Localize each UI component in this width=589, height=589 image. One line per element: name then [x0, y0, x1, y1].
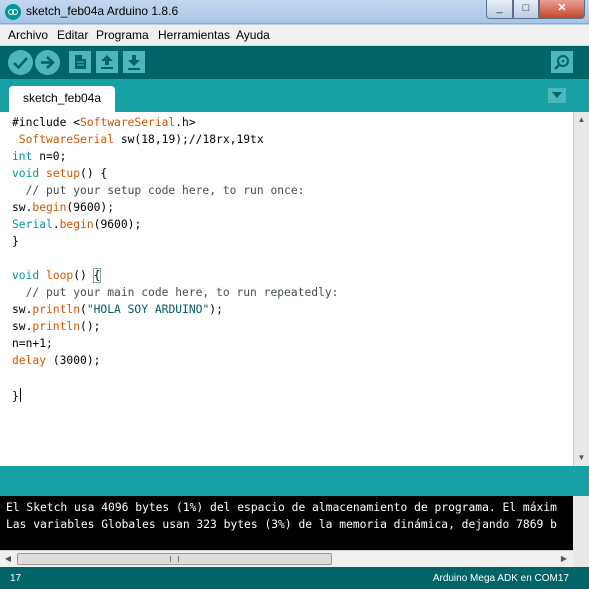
- save-button[interactable]: [123, 51, 145, 73]
- save-icon: [128, 55, 140, 70]
- minimize-button[interactable]: _: [486, 0, 513, 19]
- upload-icon: [41, 56, 55, 69]
- status-bar: [0, 466, 589, 496]
- code-line-14: n=n+1;: [12, 337, 53, 350]
- window-title: sketch_feb04a Arduino 1.8.6: [26, 4, 179, 18]
- console-scrollbar[interactable]: [573, 496, 589, 550]
- line-number: 17: [10, 573, 22, 584]
- code-line-13: sw.println();: [12, 320, 101, 333]
- toolbar: [0, 46, 589, 79]
- code-line-17: }: [12, 388, 21, 403]
- code-line-1: #include <SoftwareSerial.h>: [12, 116, 196, 129]
- tab-sketch[interactable]: sketch_feb04a: [9, 86, 115, 112]
- code-line-2: SoftwareSerial sw(18,19);//18rx,19tx: [12, 133, 264, 146]
- maximize-button[interactable]: □: [513, 0, 539, 19]
- code-line-10: void loop() {: [12, 268, 102, 283]
- arduino-logo-icon: [5, 4, 21, 20]
- menu-archivo[interactable]: Archivo: [8, 28, 48, 42]
- verify-button[interactable]: [8, 50, 33, 75]
- close-button[interactable]: ✕: [539, 0, 585, 19]
- code-line-7: Serial.begin(9600);: [12, 218, 142, 231]
- open-icon: [101, 55, 113, 69]
- serial-monitor-button[interactable]: [551, 51, 573, 73]
- menu-ayuda[interactable]: Ayuda: [236, 28, 270, 42]
- tab-menu-chevron-down-icon[interactable]: [548, 88, 566, 103]
- menu-programa[interactable]: Programa: [96, 28, 149, 42]
- footer-bar: 17 Arduino Mega ADK en COM17: [0, 567, 589, 589]
- board-port-label: Arduino Mega ADK en COM17: [432, 573, 569, 584]
- scroll-up-icon[interactable]: ▲: [574, 112, 589, 128]
- code-line-6: sw.begin(9600);: [12, 201, 115, 214]
- serial-monitor-icon: [554, 55, 569, 70]
- code-line-12: sw.println("HOLA SOY ARDUINO");: [12, 303, 223, 316]
- text-caret: [19, 388, 21, 402]
- scroll-down-icon[interactable]: ▼: [574, 450, 589, 466]
- open-button[interactable]: [96, 51, 118, 73]
- code-line-4: void setup() {: [12, 167, 108, 180]
- scrollbar-corner: [573, 550, 589, 567]
- scroll-right-icon[interactable]: ▶: [557, 552, 571, 566]
- tab-strip: sketch_feb04a: [0, 79, 589, 112]
- code-line-15: delay (3000);: [12, 354, 101, 367]
- scrollbar-thumb[interactable]: [17, 553, 332, 565]
- title-bar: sketch_feb04a Arduino 1.8.6 _ □ ✕: [0, 0, 589, 24]
- verify-icon: [13, 57, 28, 70]
- console-line-1: El Sketch usa 4096 bytes (1%) del espaci…: [6, 501, 557, 514]
- console-line-2: Las variables Globales usan 323 bytes (3…: [6, 518, 557, 531]
- menu-bar: Archivo Editar Programa Herramientas Ayu…: [0, 25, 589, 46]
- code-line-8: }: [12, 235, 19, 248]
- console-horizontal-scrollbar[interactable]: ◀ ▶: [0, 550, 573, 567]
- console-output: El Sketch usa 4096 bytes (1%) del espaci…: [0, 496, 573, 550]
- new-button[interactable]: [69, 51, 91, 73]
- code-line-11: // put your main code here, to run repea…: [12, 286, 339, 299]
- code-line-5: // put your setup code here, to run once…: [12, 184, 305, 197]
- code-line-3: int n=0;: [12, 150, 67, 163]
- upload-button[interactable]: [35, 50, 60, 75]
- menu-herramientas[interactable]: Herramientas: [158, 28, 230, 42]
- new-icon: [75, 55, 86, 69]
- scroll-left-icon[interactable]: ◀: [1, 552, 15, 566]
- code-editor[interactable]: #include <SoftwareSerial.h> SoftwareSeri…: [0, 112, 573, 466]
- menu-editar[interactable]: Editar: [57, 28, 88, 42]
- editor-scrollbar[interactable]: ▲ ▼: [573, 112, 589, 466]
